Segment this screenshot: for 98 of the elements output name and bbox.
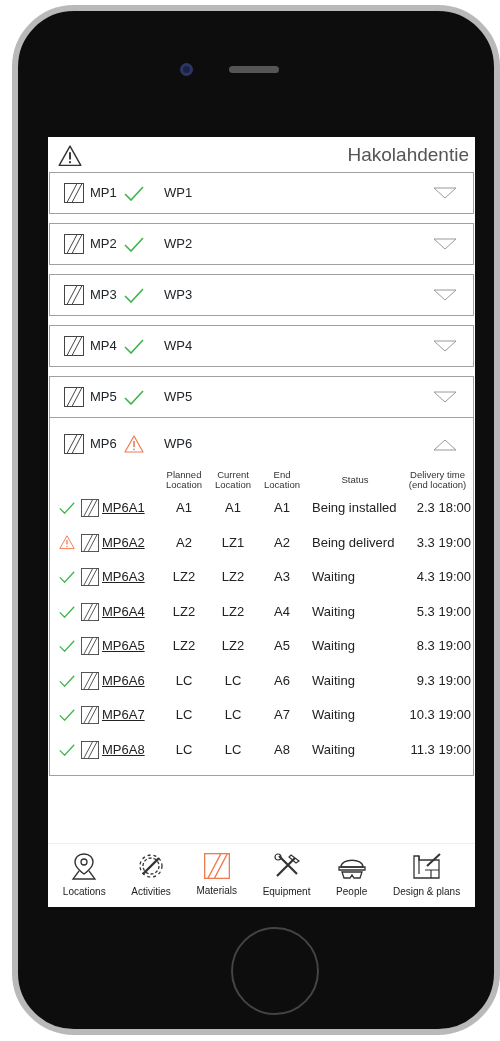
speaker-grille [229, 66, 279, 73]
table-cell-text: A7 [273, 706, 291, 725]
table-cell-text: 5.3 19:00 [415, 602, 471, 621]
table-cell-text: 8.3 19:00 [415, 637, 471, 656]
nav-tab[interactable]: Activities [131, 852, 171, 899]
nav-tab[interactable]: Locations [62, 852, 106, 899]
package-code: MP5 [90, 388, 118, 407]
material-icon [81, 740, 99, 759]
nav-tab[interactable]: People [336, 852, 368, 899]
table-cell-text: LC [174, 740, 194, 759]
material-icon [64, 285, 84, 305]
table-cell-text: LC [223, 706, 243, 725]
table-cell-text: 11.3 19:00 [409, 740, 471, 759]
table-cell-text: Waiting [311, 740, 356, 759]
table-cell-text: LC [174, 706, 194, 725]
expand-icon[interactable] [433, 185, 457, 201]
package-code: MP1 [90, 184, 118, 203]
expand-icon[interactable] [433, 389, 457, 405]
table-cell-text: LZ2 [220, 602, 246, 621]
column-header: Current Location [214, 470, 252, 491]
expand-icon[interactable] [433, 287, 457, 303]
material-link[interactable]: MP6A2 [102, 532, 145, 553]
material-icon [81, 706, 99, 725]
material-link[interactable]: MP6A5 [102, 636, 145, 656]
expand-icon[interactable] [433, 236, 457, 252]
table-cell-text: Waiting [311, 568, 356, 587]
material-icon [81, 568, 99, 587]
table-cell-text: 2.3 18:00 [415, 499, 471, 518]
nav-tab[interactable]: Equipment [262, 852, 311, 899]
table-cell-text: 9.3 19:00 [415, 671, 471, 690]
column-header: End Location [263, 470, 301, 491]
table-cell-text: A2 [175, 533, 193, 552]
table-cell-text: 3.3 19:00 [415, 533, 471, 552]
table-cell-text: LC [174, 671, 194, 690]
table-cell-text: A4 [273, 602, 291, 621]
table-cell-text: Waiting [311, 706, 356, 725]
work-package-label: WP3 [164, 286, 193, 305]
table-cell-text: LZ2 [220, 637, 246, 656]
material-icon [64, 434, 84, 454]
material-icon [81, 499, 99, 518]
table-cell-text: LZ2 [171, 568, 197, 587]
table-cell-text: Being deliverd [311, 533, 396, 552]
material-link[interactable]: MP6A1 [102, 498, 145, 518]
table-cell-text: 10.3 19:00 [408, 706, 471, 725]
material-icon [64, 336, 84, 356]
material-icon [203, 853, 230, 879]
table-cell-text: LZ2 [171, 637, 197, 656]
column-header: Status [340, 475, 370, 486]
table-cell-text: Waiting [311, 671, 356, 690]
table-cell-text: LC [223, 671, 243, 690]
blueprint-icon [410, 852, 443, 880]
material-link[interactable]: MP6A7 [102, 705, 145, 725]
table-cell-text: A1 [224, 499, 242, 518]
work-package-label: WP2 [164, 235, 193, 254]
location-title: Hakolahdentie [347, 143, 469, 168]
table-cell-text: Being installed [311, 499, 398, 518]
package-code: MP2 [90, 235, 118, 254]
package-code: MP3 [90, 286, 118, 305]
table-cell-text: LZ1 [220, 533, 246, 552]
work-package-label: WP6 [164, 435, 193, 454]
nav-tab[interactable]: Materials [196, 853, 237, 898]
table-cell-text: LZ2 [171, 602, 197, 621]
material-icon [64, 387, 84, 407]
package-code: MP4 [90, 337, 118, 356]
table-cell-text: A3 [273, 568, 291, 587]
table-cell-text: A1 [273, 499, 291, 518]
location-pin-icon [71, 852, 98, 880]
column-header: Delivery time (end location) [407, 470, 468, 491]
camera-lens [180, 63, 193, 76]
table-cell-text: 4.3 19:00 [415, 568, 471, 587]
table-cell-text: A6 [273, 671, 291, 690]
table-cell-text: LZ2 [220, 568, 246, 587]
table-cell-text: A1 [175, 499, 193, 518]
material-link[interactable]: MP6A8 [102, 739, 145, 760]
material-icon [64, 234, 84, 254]
table-cell-text: Waiting [311, 602, 356, 621]
material-icon [81, 637, 99, 656]
work-package-label: WP5 [164, 388, 193, 407]
nav-tab[interactable]: Design & plans [392, 852, 461, 899]
table-cell-text: Waiting [311, 637, 356, 656]
material-link[interactable]: MP6A4 [102, 601, 145, 622]
material-icon [81, 602, 99, 621]
expand-icon[interactable] [433, 338, 457, 354]
package-code: MP6 [90, 435, 118, 454]
table-cell-text: A8 [273, 740, 291, 759]
table-cell-text: A2 [273, 533, 291, 552]
material-icon [64, 183, 84, 203]
warning-icon [58, 144, 82, 167]
work-package-label: WP1 [164, 184, 193, 203]
material-icon [81, 533, 99, 552]
work-package-label: WP4 [164, 337, 193, 356]
table-cell-text: LC [223, 740, 243, 759]
material-link[interactable]: MP6A6 [102, 670, 145, 691]
table-cell-text: A5 [273, 637, 291, 656]
gear-wrench-icon [137, 852, 165, 880]
material-icon [81, 671, 99, 690]
material-link[interactable]: MP6A3 [102, 567, 145, 587]
column-header: Planned Location [165, 470, 203, 491]
